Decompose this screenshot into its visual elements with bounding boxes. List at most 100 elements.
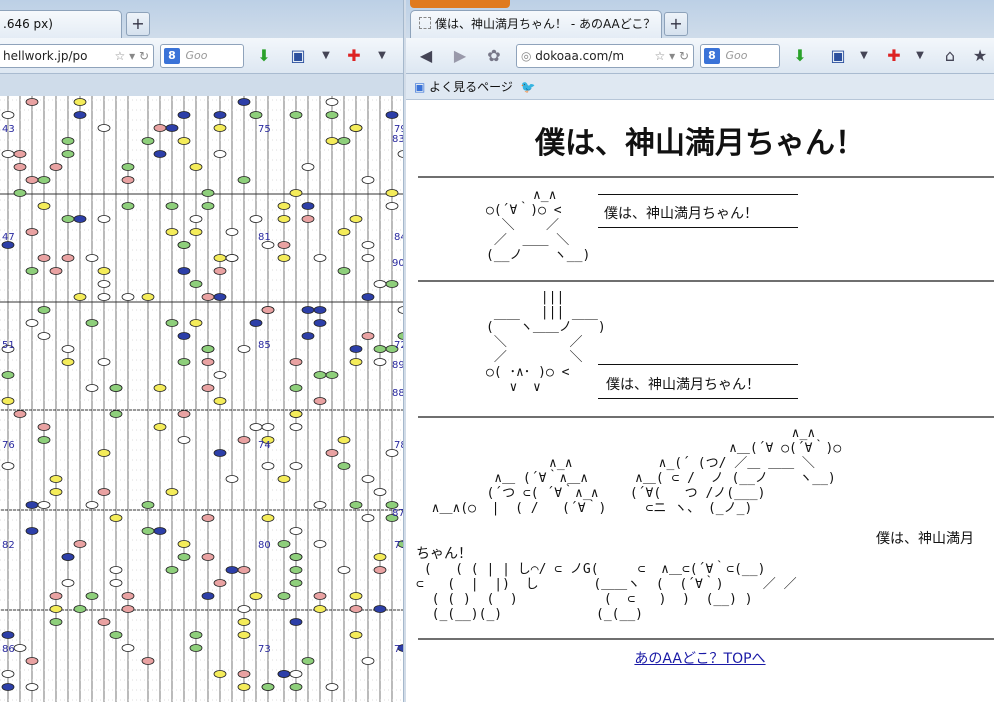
note xyxy=(189,319,203,327)
dropdown-icon[interactable]: ▼ xyxy=(372,46,392,66)
home-icon[interactable]: ⌂ xyxy=(940,46,960,66)
note xyxy=(177,436,191,444)
note xyxy=(237,670,251,678)
note xyxy=(361,293,375,301)
note xyxy=(289,527,303,535)
note xyxy=(165,319,179,327)
note xyxy=(121,644,135,652)
search-placeholder: Goo xyxy=(725,49,748,62)
note xyxy=(349,605,363,613)
measure-number: 86 xyxy=(2,644,15,655)
new-tab-button[interactable]: + xyxy=(664,12,688,36)
divider xyxy=(418,176,994,178)
measure-number: 76 xyxy=(2,440,15,451)
note xyxy=(337,228,351,236)
firefox-menu-button[interactable] xyxy=(410,0,510,8)
nav-bar: ◀ ▶ ✿ ◎ dokoaa.com/m ☆ ▾ ↻ 8 Goo ⬇ ▣ ▼ ✚… xyxy=(406,38,994,74)
speech-bubble-text: 僕は、神山満月ちゃん！ xyxy=(606,377,760,393)
bookmarks-icon[interactable]: ★ xyxy=(970,46,990,66)
right-browser-window: 僕は、神山満月ちゃん！ - あのAAどこ？ + ◀ ▶ ✿ ◎ dokoaa.c… xyxy=(406,0,994,702)
twitter-icon[interactable]: 🐦 xyxy=(521,80,536,94)
new-tab-button[interactable]: + xyxy=(126,12,150,36)
note xyxy=(385,111,399,119)
note xyxy=(237,631,251,639)
measure-number: 80 xyxy=(258,540,271,551)
note xyxy=(97,618,111,626)
music-score: 4347517682867581857480737984727871778390… xyxy=(0,96,404,702)
note xyxy=(189,280,203,288)
addon-icon[interactable]: ✚ xyxy=(344,46,364,66)
note xyxy=(177,540,191,548)
note xyxy=(385,189,399,197)
note xyxy=(121,176,135,184)
star-icon[interactable]: ☆ ▾ ↻ xyxy=(655,45,689,67)
bookmark-frequent[interactable]: よく見るページ xyxy=(429,80,513,94)
tab-active[interactable]: 僕は、神山満月ちゃん！ - あのAAどこ？ xyxy=(410,10,662,38)
ascii-art-3: ∧_∧ ∧＿(´∀ ○(´∀｀)○ ∧_∧ ∧_(´ (つ/ ／＿ ＿＿ ＼ ∧… xyxy=(431,426,842,516)
note xyxy=(261,306,275,314)
note xyxy=(25,319,39,327)
note xyxy=(177,410,191,418)
note xyxy=(201,189,215,197)
note xyxy=(121,163,135,171)
tab-active[interactable]: .646 px) xyxy=(0,10,122,38)
note xyxy=(37,176,51,184)
note xyxy=(13,644,27,652)
note xyxy=(121,605,135,613)
note xyxy=(201,553,215,561)
measure-number: 73 xyxy=(258,644,271,655)
url-bar[interactable]: hellwork.jp/po ☆ ▾ ↻ xyxy=(0,44,154,68)
google-icon[interactable]: 8 xyxy=(704,48,720,64)
dropdown-icon[interactable]: ▼ xyxy=(854,46,874,66)
measure-number: 47 xyxy=(2,232,15,243)
note xyxy=(385,280,399,288)
note xyxy=(277,475,291,483)
bubble-border xyxy=(598,364,798,365)
note xyxy=(349,124,363,132)
note xyxy=(97,358,111,366)
note xyxy=(289,683,303,691)
group-icon[interactable]: ✿ xyxy=(484,46,504,66)
note xyxy=(325,98,339,106)
save-icon[interactable]: ▣ xyxy=(828,46,848,66)
note xyxy=(289,566,303,574)
dropdown-icon[interactable]: ▼ xyxy=(316,46,336,66)
search-bar[interactable]: 8 Goo xyxy=(700,44,780,68)
note xyxy=(97,293,111,301)
google-icon[interactable]: 8 xyxy=(164,48,180,64)
top-page-link[interactable]: あのAAどこ？TOPへ xyxy=(406,648,994,668)
note xyxy=(201,293,215,301)
note xyxy=(177,137,191,145)
save-icon[interactable]: ▣ xyxy=(288,46,308,66)
note xyxy=(153,150,167,158)
note xyxy=(189,228,203,236)
url-bar[interactable]: ◎ dokoaa.com/m ☆ ▾ ↻ xyxy=(516,44,694,68)
search-bar[interactable]: 8 Goo xyxy=(160,44,244,68)
note xyxy=(61,358,75,366)
page-icon xyxy=(419,17,431,29)
note xyxy=(121,293,135,301)
note xyxy=(109,514,123,522)
note xyxy=(49,592,63,600)
dropdown-icon[interactable]: ▼ xyxy=(910,46,930,66)
note xyxy=(61,553,75,561)
note xyxy=(153,124,167,132)
bookmark-page-icon: ▣ xyxy=(414,80,426,94)
note xyxy=(213,293,227,301)
ascii-art-2: ||| ||| (￣￣ヽ＿＿ノ￣￣) ＼ ／ ／ ＼ ○( ･∧･ )○ < ∨… xyxy=(486,290,606,395)
download-icon[interactable]: ⬇ xyxy=(254,46,274,66)
measure-number: 51 xyxy=(2,340,15,351)
back-icon[interactable]: ◀ xyxy=(416,46,436,66)
star-icon[interactable]: ☆ ▾ ↻ xyxy=(115,45,149,67)
forward-icon[interactable]: ▶ xyxy=(450,46,470,66)
download-icon[interactable]: ⬇ xyxy=(790,46,810,66)
note xyxy=(237,436,251,444)
note xyxy=(289,423,303,431)
note xyxy=(301,306,315,314)
search-placeholder: Goo xyxy=(185,49,208,62)
addon-icon[interactable]: ✚ xyxy=(884,46,904,66)
note xyxy=(373,488,387,496)
note xyxy=(325,371,339,379)
note xyxy=(277,202,291,210)
note xyxy=(289,579,303,587)
